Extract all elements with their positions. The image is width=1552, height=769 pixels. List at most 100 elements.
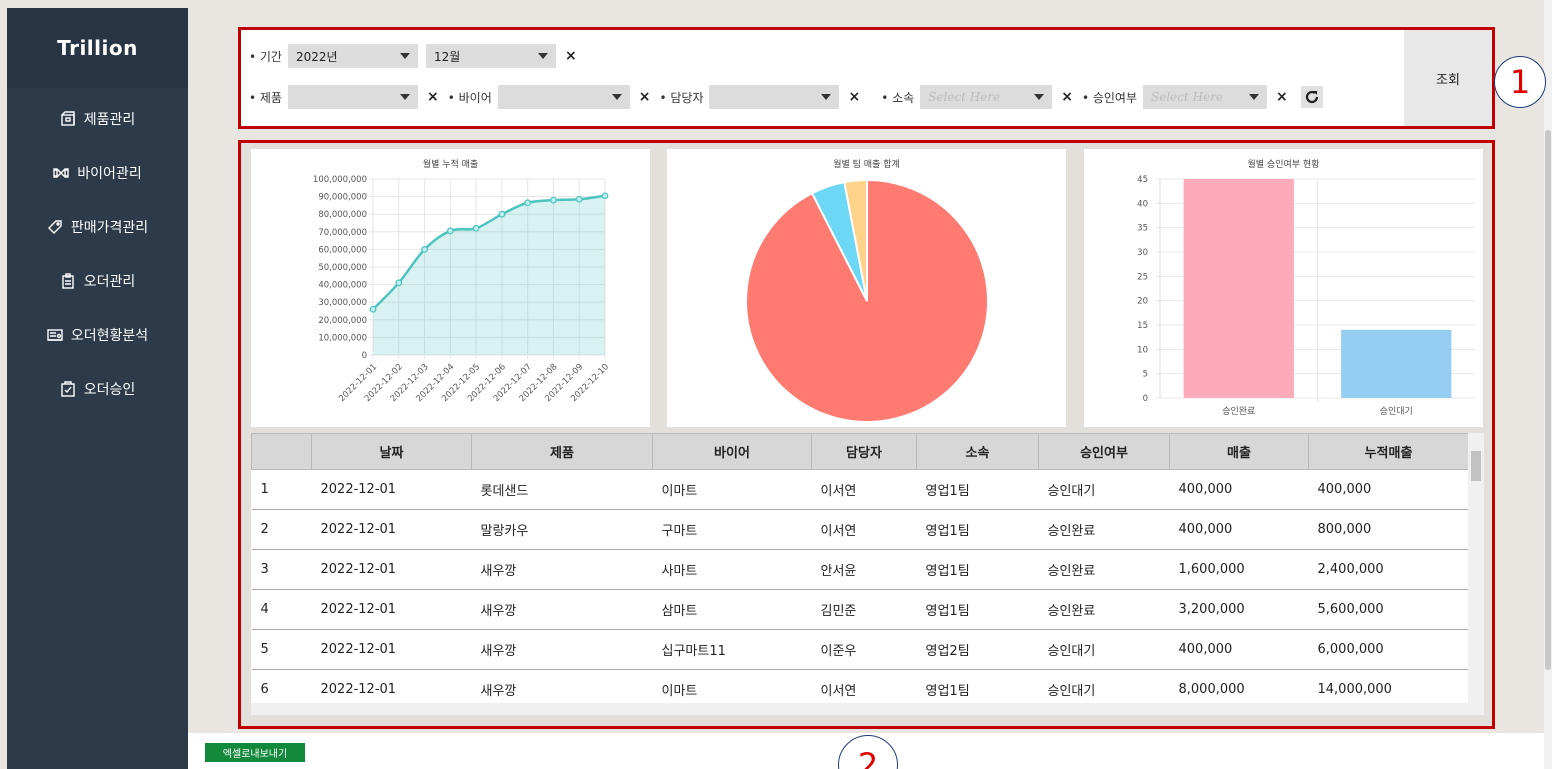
table-cell: 6,000,000 (1308, 629, 1469, 670)
table-cell: 400,000 (1308, 469, 1469, 510)
month-select[interactable]: 12월 (425, 44, 556, 68)
sidebar-item-pricing[interactable]: 판매가격관리 (7, 200, 188, 254)
data-point (421, 245, 428, 253)
chart-title: 월별 누적 매출 (422, 160, 479, 170)
team-select[interactable]: Select Here (920, 85, 1053, 109)
table-cell: 1,600,000 (1169, 549, 1309, 590)
clear-approval-button[interactable]: × (1276, 89, 1288, 105)
sidebar-item-orders[interactable]: 오더관리 (7, 254, 188, 308)
table-row[interactable]: 2 2022-12-01 말랑카우 구마트 이서연 영업1팀 승인완료 400,000 800,… (251, 509, 1469, 550)
col-header-approval[interactable]: 승인여부 (1038, 433, 1170, 470)
y-tick-label: 0 (362, 351, 367, 361)
sidebar-item-order-analysis[interactable]: 오더현황분석 (7, 308, 188, 362)
chevron-down-icon (611, 94, 622, 100)
brand-logo[interactable]: Trillion (7, 8, 188, 88)
y-tick-label: 45 (1137, 175, 1148, 185)
col-header-index[interactable] (251, 433, 312, 470)
buyer-select[interactable] (497, 85, 630, 109)
approval-placeholder: Select Here (1151, 90, 1224, 104)
table-cell: 4 (251, 589, 312, 630)
data-point (601, 192, 609, 200)
table-cell: 2 (251, 509, 312, 550)
table-row[interactable]: 3 2022-12-01 새우깡 사마트 안서윤 영업1팀 승인완료 1,600,000 2,4… (251, 549, 1469, 590)
sidebar-item-label: 오더관리 (83, 274, 136, 290)
table-cell: 400,000 (1169, 629, 1309, 670)
table-cell: 십구마트11 (652, 629, 812, 670)
table-cell: 삼마트 (652, 589, 812, 630)
table-cell: 2022-12-01 (311, 549, 472, 590)
orders-table[interactable]: 날짜 제품 바이어 담당자 소속 승인여부 매출 누적매출 1 2022-12-0… (251, 433, 1484, 715)
table-cell: 이서연 (811, 509, 917, 550)
table-cell: 400,000 (1169, 509, 1309, 550)
col-header-sales[interactable]: 매출 (1169, 433, 1309, 470)
search-button[interactable]: 조회 (1404, 30, 1492, 126)
table-cell: 승인완료 (1038, 589, 1170, 630)
table-cell: 롯데샌드 (471, 469, 653, 510)
table-row[interactable]: 1 2022-12-01 롯데샌드 이마트 이서연 영업1팀 승인대기 400,000 400,… (251, 469, 1469, 510)
data-point (395, 279, 403, 287)
month-value: 12월 (433, 49, 461, 64)
clear-product-button[interactable]: × (427, 89, 439, 105)
table-cell: 새우깡 (471, 549, 653, 590)
table-cell: 3 (251, 549, 312, 590)
handshake-icon (53, 165, 71, 181)
data-point (498, 210, 506, 218)
table-cell: 영업1팀 (916, 589, 1039, 630)
clear-team-button[interactable]: × (1061, 89, 1073, 105)
y-tick-label: 15 (1137, 321, 1148, 331)
clear-manager-button[interactable]: × (848, 89, 860, 105)
data-point (472, 224, 480, 232)
table-cell: 안서윤 (811, 549, 917, 590)
col-header-buyer[interactable]: 바이어 (652, 433, 812, 470)
sidebar-item-products[interactable]: 제품관리 (7, 92, 188, 146)
table-cell: 이서연 (811, 469, 917, 510)
data-point (550, 196, 557, 204)
table-vertical-scrollbar[interactable] (1468, 433, 1484, 715)
content-panel: 월별 누적 매출 100,000,000 90,000,000 80,000,000… (238, 140, 1495, 729)
y-tick-label: 35 (1137, 224, 1148, 234)
scrollbar-thumb[interactable] (1545, 130, 1551, 670)
filter-panel: • 기간 2022년 12월 × • 제품 × • 바이어 × • 담당자 × … (238, 27, 1495, 129)
page-scrollbar[interactable] (1544, 0, 1552, 769)
y-tick-label: 90,000,000 (318, 193, 367, 203)
table-row[interactable]: 5 2022-12-01 새우깡 십구마트11 이준우 영업2팀 승인대기 400,000 6,… (251, 629, 1469, 670)
y-tick-label: 30,000,000 (318, 298, 367, 308)
team-label: • 소속 (881, 90, 915, 105)
table-cell: 400,000 (1169, 469, 1309, 510)
pie-chart-svg (745, 178, 989, 423)
table-horizontal-scrollbar[interactable] (251, 703, 1468, 715)
clipboard-icon (60, 273, 78, 289)
col-header-cumulative[interactable]: 누적매출 (1308, 433, 1469, 470)
table-cell: 영업1팀 (916, 469, 1039, 510)
y-tick-label: 80,000,000 (318, 210, 367, 220)
col-header-team[interactable]: 소속 (916, 433, 1039, 470)
approval-label: • 승인여부 (1081, 90, 1137, 105)
scrollbar-thumb[interactable] (1471, 451, 1481, 481)
col-header-date[interactable]: 날짜 (311, 433, 472, 470)
approval-select[interactable]: Select Here (1143, 85, 1267, 109)
chevron-down-icon (399, 53, 410, 59)
sidebar-item-order-approval[interactable]: 오더승인 (7, 362, 188, 416)
col-header-manager[interactable]: 담당자 (811, 433, 917, 470)
sidebar-item-buyers[interactable]: 바이어관리 (7, 146, 188, 200)
chart-title: 월별 승인여부 현황 (1247, 160, 1320, 170)
year-select[interactable]: 2022년 (287, 44, 418, 68)
team-placeholder: Select Here (928, 90, 1001, 104)
y-tick-label: 50,000,000 (318, 263, 367, 273)
chevron-down-icon (399, 94, 410, 100)
table-cell: 1 (251, 469, 312, 510)
product-select[interactable] (287, 85, 418, 109)
table-cell: 승인대기 (1038, 629, 1170, 670)
y-tick-label: 40,000,000 (318, 281, 367, 291)
manager-select[interactable] (709, 85, 840, 109)
refresh-icon[interactable] (1300, 86, 1323, 108)
export-excel-button[interactable]: 엑셀로내보내기 (205, 743, 305, 762)
clear-buyer-button[interactable]: × (639, 89, 651, 105)
table-cell: 이마트 (652, 469, 812, 510)
approve-icon (60, 381, 78, 397)
table-row[interactable]: 4 2022-12-01 새우깡 삼마트 김민준 영업1팀 승인완료 3,200,000 5,6… (251, 589, 1469, 630)
table-cell: 승인완료 (1038, 549, 1170, 590)
col-header-product[interactable]: 제품 (471, 433, 653, 470)
chevron-down-icon (1034, 94, 1045, 100)
clear-period-button[interactable]: × (565, 48, 577, 64)
